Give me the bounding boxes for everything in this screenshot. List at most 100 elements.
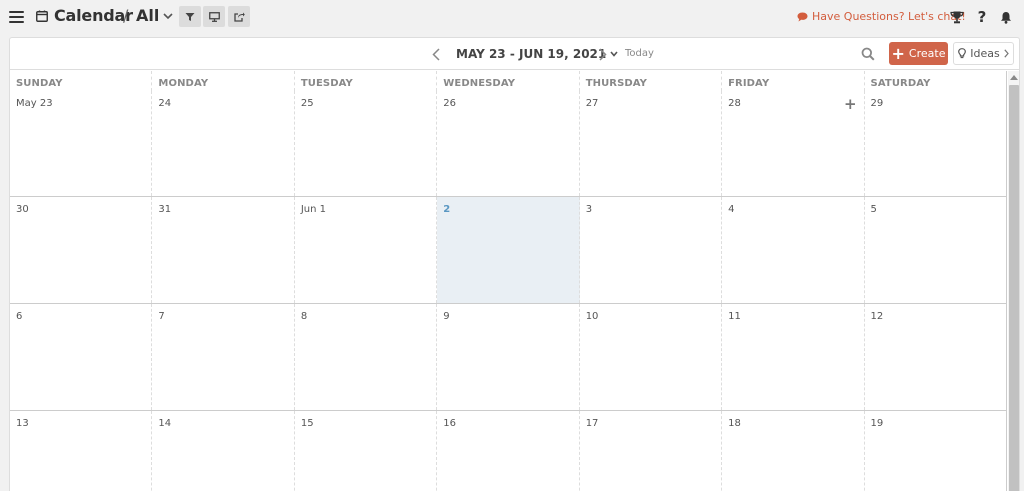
day-cell[interactable]: 31 xyxy=(152,197,295,303)
page-title: Calendar xyxy=(54,6,133,25)
day-cell[interactable]: 26 xyxy=(437,91,580,196)
lightbulb-icon xyxy=(958,48,967,59)
day-cell[interactable]: 6 xyxy=(10,304,153,410)
day-number: 13 xyxy=(16,418,29,429)
day-number: 12 xyxy=(870,311,884,322)
calendar-week-row: 6 7 8 9 10 11 12 xyxy=(10,304,1007,411)
day-cell[interactable]: 17 xyxy=(580,411,723,491)
ideas-button[interactable]: Ideas xyxy=(953,42,1014,65)
day-cell[interactable]: 9 xyxy=(437,304,580,410)
day-number: 15 xyxy=(300,418,314,429)
trophy-button[interactable] xyxy=(949,9,965,25)
help-button[interactable]: ? xyxy=(974,8,990,26)
weekday-label: MONDAY xyxy=(158,78,209,89)
day-cell[interactable]: 3 xyxy=(580,197,723,303)
share-button[interactable] xyxy=(228,6,250,27)
day-number: 25 xyxy=(300,98,314,109)
calendar-panel: MAY 23 - JUN 19, 2021 Today + Create Ide… xyxy=(9,37,1020,491)
day-cell[interactable]: 24 xyxy=(152,91,295,196)
weekday-label: FRIDAY xyxy=(728,78,770,89)
search-icon[interactable] xyxy=(861,47,875,61)
hamburger-icon[interactable] xyxy=(9,11,24,23)
chevron-right-icon xyxy=(1004,49,1009,58)
day-number: 30 xyxy=(16,204,29,215)
day-cell[interactable]: 8 xyxy=(295,304,438,410)
day-cell[interactable]: 18 xyxy=(722,411,865,491)
date-range-dropdown[interactable]: MAY 23 - JUN 19, 2021 xyxy=(456,47,618,61)
day-number: 11 xyxy=(728,311,741,322)
day-cell[interactable]: 5 xyxy=(865,197,1007,303)
filter-button[interactable] xyxy=(179,6,201,27)
chevron-down-icon xyxy=(610,51,618,57)
day-cell[interactable]: 19 xyxy=(865,411,1007,491)
day-number: 16 xyxy=(443,418,456,429)
create-button[interactable]: + Create xyxy=(889,42,948,65)
chat-link-label: Have Questions? Let's chat! xyxy=(812,10,966,23)
share-icon xyxy=(233,12,245,22)
weekday-header-row: SUNDAY MONDAY TUESDAY WEDNESDAY THURSDAY… xyxy=(10,71,1007,91)
next-range-button[interactable] xyxy=(596,46,610,62)
view-dropdown-label: All xyxy=(136,6,160,25)
chevron-down-icon xyxy=(163,13,173,20)
day-cell[interactable]: 15 xyxy=(295,411,438,491)
question-icon: ? xyxy=(977,8,987,26)
day-cell[interactable]: 29 xyxy=(865,91,1007,196)
calendar-week-row: 13 14 15 16 17 18 19 xyxy=(10,411,1007,491)
day-number: 5 xyxy=(870,204,877,215)
prev-range-button[interactable] xyxy=(429,46,443,62)
scroll-up-arrow-icon[interactable] xyxy=(1010,75,1018,80)
calendar-week-row: May 23 24 25 26 27 28 + 29 xyxy=(10,91,1007,197)
day-number: 7 xyxy=(158,311,165,322)
calendar-grid: SUNDAY MONDAY TUESDAY WEDNESDAY THURSDAY… xyxy=(10,71,1007,491)
day-number: Jun 1 xyxy=(300,204,327,215)
create-button-label: Create xyxy=(908,47,946,60)
day-number: 27 xyxy=(585,98,599,109)
day-number: 2 xyxy=(443,204,451,215)
day-number: 10 xyxy=(585,311,599,322)
day-cell-today[interactable]: 2 xyxy=(437,197,580,303)
day-cell[interactable]: 25 xyxy=(295,91,438,196)
bell-icon xyxy=(1001,11,1011,24)
day-number: 9 xyxy=(443,311,450,322)
ideas-button-label: Ideas xyxy=(970,47,1000,60)
day-cell[interactable]: May 23 xyxy=(10,91,153,196)
today-button[interactable]: Today xyxy=(625,48,654,59)
view-dropdown[interactable]: All xyxy=(136,6,173,25)
chat-bubble-icon xyxy=(797,12,808,21)
day-cell[interactable]: 10 xyxy=(580,304,723,410)
notifications-button[interactable] xyxy=(998,9,1014,25)
top-bar: Calendar / All Have Questions? Let's cha… xyxy=(0,0,1024,34)
day-number: 26 xyxy=(443,98,456,109)
day-cell[interactable]: 12 xyxy=(865,304,1007,410)
day-number: 28 xyxy=(728,98,741,109)
monitor-icon xyxy=(208,11,220,22)
day-number: 24 xyxy=(158,98,172,109)
day-cell[interactable]: 16 xyxy=(437,411,580,491)
day-cell[interactable]: 4 xyxy=(722,197,865,303)
day-number: 14 xyxy=(158,418,172,429)
weekday-label: WEDNESDAY xyxy=(443,78,516,89)
plus-icon[interactable]: + xyxy=(844,95,857,113)
chat-link[interactable]: Have Questions? Let's chat! xyxy=(797,10,966,23)
day-cell[interactable]: 30 xyxy=(10,197,153,303)
day-cell[interactable]: 14 xyxy=(152,411,295,491)
day-number: 29 xyxy=(870,98,884,109)
day-number: 4 xyxy=(728,204,735,215)
day-cell[interactable]: 11 xyxy=(722,304,865,410)
display-button[interactable] xyxy=(203,6,225,27)
weekday-label: THURSDAY xyxy=(585,78,648,89)
day-cell[interactable]: 13 xyxy=(10,411,153,491)
day-cell[interactable]: Jun 1 xyxy=(295,197,438,303)
filter-icon xyxy=(185,12,195,21)
calendar-toolbar: MAY 23 - JUN 19, 2021 Today + Create Ide… xyxy=(10,38,1019,70)
day-cell[interactable]: 28 + xyxy=(722,91,865,196)
calendar-icon xyxy=(36,10,48,22)
scrollbar-thumb[interactable] xyxy=(1009,85,1019,491)
title-separator: / xyxy=(123,6,129,25)
day-cell[interactable]: 7 xyxy=(152,304,295,410)
day-cell[interactable]: 27 xyxy=(580,91,723,196)
weekday-label: SUNDAY xyxy=(16,78,63,89)
day-number: 31 xyxy=(158,204,172,215)
scrollbar[interactable] xyxy=(1008,71,1019,491)
day-number: May 23 xyxy=(16,98,53,109)
